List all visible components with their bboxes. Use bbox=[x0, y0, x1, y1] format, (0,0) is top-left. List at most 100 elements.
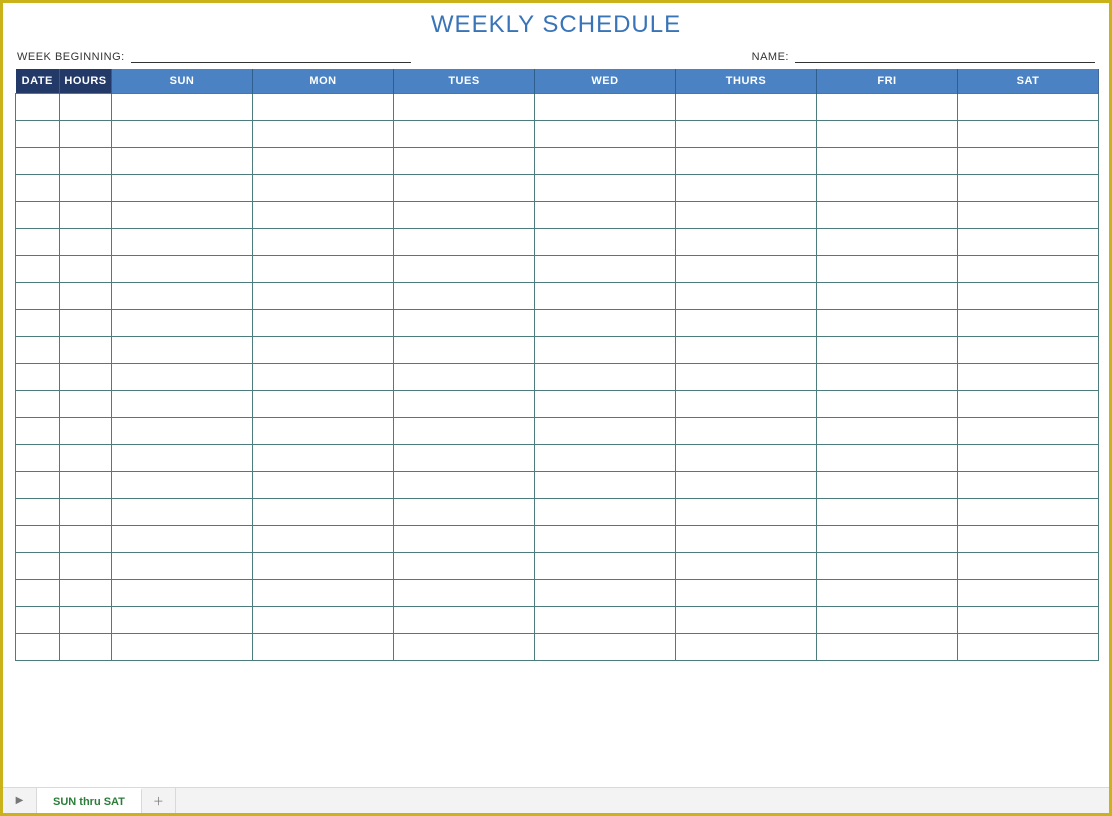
cell[interactable] bbox=[535, 202, 676, 229]
cell[interactable] bbox=[817, 472, 958, 499]
cell[interactable] bbox=[817, 526, 958, 553]
cell[interactable] bbox=[676, 553, 817, 580]
cell[interactable] bbox=[60, 607, 112, 634]
cell[interactable] bbox=[16, 283, 60, 310]
cell[interactable] bbox=[394, 634, 535, 661]
cell[interactable] bbox=[817, 391, 958, 418]
cell[interactable] bbox=[394, 364, 535, 391]
cell[interactable] bbox=[394, 202, 535, 229]
cell[interactable] bbox=[16, 553, 60, 580]
cell[interactable] bbox=[394, 472, 535, 499]
cell[interactable] bbox=[535, 418, 676, 445]
cell[interactable] bbox=[958, 256, 1099, 283]
cell[interactable] bbox=[60, 202, 112, 229]
cell[interactable] bbox=[958, 445, 1099, 472]
cell[interactable] bbox=[394, 391, 535, 418]
cell[interactable] bbox=[253, 337, 394, 364]
cell[interactable] bbox=[112, 472, 253, 499]
cell[interactable] bbox=[112, 418, 253, 445]
cell[interactable] bbox=[535, 148, 676, 175]
cell[interactable] bbox=[676, 94, 817, 121]
cell[interactable] bbox=[817, 283, 958, 310]
cell[interactable] bbox=[958, 499, 1099, 526]
cell[interactable] bbox=[60, 499, 112, 526]
cell[interactable] bbox=[253, 472, 394, 499]
cell[interactable] bbox=[676, 229, 817, 256]
cell[interactable] bbox=[253, 364, 394, 391]
cell[interactable] bbox=[676, 364, 817, 391]
cell[interactable] bbox=[16, 364, 60, 391]
cell[interactable] bbox=[394, 175, 535, 202]
cell[interactable] bbox=[676, 391, 817, 418]
cell[interactable] bbox=[60, 526, 112, 553]
cell[interactable] bbox=[817, 607, 958, 634]
cell[interactable] bbox=[535, 256, 676, 283]
cell[interactable] bbox=[958, 472, 1099, 499]
cell[interactable] bbox=[394, 607, 535, 634]
cell[interactable] bbox=[394, 337, 535, 364]
cell[interactable] bbox=[394, 121, 535, 148]
cell[interactable] bbox=[676, 148, 817, 175]
cell[interactable] bbox=[817, 175, 958, 202]
tab-nav-button[interactable]: ▶ bbox=[3, 788, 37, 813]
cell[interactable] bbox=[676, 283, 817, 310]
cell[interactable] bbox=[535, 229, 676, 256]
cell[interactable] bbox=[817, 445, 958, 472]
cell[interactable] bbox=[535, 364, 676, 391]
cell[interactable] bbox=[535, 526, 676, 553]
cell[interactable] bbox=[60, 175, 112, 202]
cell[interactable] bbox=[535, 580, 676, 607]
cell[interactable] bbox=[60, 364, 112, 391]
cell[interactable] bbox=[60, 283, 112, 310]
add-sheet-button[interactable]: ＋ bbox=[142, 788, 176, 813]
cell[interactable] bbox=[16, 607, 60, 634]
cell[interactable] bbox=[394, 310, 535, 337]
cell[interactable] bbox=[394, 526, 535, 553]
cell[interactable] bbox=[535, 553, 676, 580]
cell[interactable] bbox=[112, 634, 253, 661]
cell[interactable] bbox=[16, 121, 60, 148]
cell[interactable] bbox=[253, 553, 394, 580]
cell[interactable] bbox=[676, 607, 817, 634]
cell[interactable] bbox=[60, 148, 112, 175]
cell[interactable] bbox=[817, 580, 958, 607]
cell[interactable] bbox=[817, 229, 958, 256]
cell[interactable] bbox=[535, 499, 676, 526]
cell[interactable] bbox=[676, 202, 817, 229]
cell[interactable] bbox=[16, 499, 60, 526]
cell[interactable] bbox=[676, 445, 817, 472]
cell[interactable] bbox=[676, 121, 817, 148]
cell[interactable] bbox=[535, 310, 676, 337]
cell[interactable] bbox=[112, 229, 253, 256]
cell[interactable] bbox=[112, 283, 253, 310]
cell[interactable] bbox=[16, 418, 60, 445]
cell[interactable] bbox=[535, 175, 676, 202]
cell[interactable] bbox=[676, 418, 817, 445]
cell[interactable] bbox=[253, 580, 394, 607]
name-input-line[interactable] bbox=[795, 49, 1095, 63]
cell[interactable] bbox=[112, 607, 253, 634]
cell[interactable] bbox=[60, 94, 112, 121]
cell[interactable] bbox=[253, 202, 394, 229]
cell[interactable] bbox=[60, 229, 112, 256]
cell[interactable] bbox=[16, 94, 60, 121]
cell[interactable] bbox=[60, 553, 112, 580]
cell[interactable] bbox=[817, 256, 958, 283]
cell[interactable] bbox=[535, 283, 676, 310]
cell[interactable] bbox=[112, 364, 253, 391]
cell[interactable] bbox=[112, 526, 253, 553]
cell[interactable] bbox=[16, 526, 60, 553]
cell[interactable] bbox=[112, 256, 253, 283]
cell[interactable] bbox=[253, 229, 394, 256]
cell[interactable] bbox=[253, 94, 394, 121]
cell[interactable] bbox=[60, 445, 112, 472]
cell[interactable] bbox=[676, 499, 817, 526]
cell[interactable] bbox=[112, 310, 253, 337]
cell[interactable] bbox=[253, 256, 394, 283]
cell[interactable] bbox=[958, 607, 1099, 634]
cell[interactable] bbox=[60, 634, 112, 661]
cell[interactable] bbox=[958, 310, 1099, 337]
cell[interactable] bbox=[817, 121, 958, 148]
cell[interactable] bbox=[253, 391, 394, 418]
cell[interactable] bbox=[676, 175, 817, 202]
